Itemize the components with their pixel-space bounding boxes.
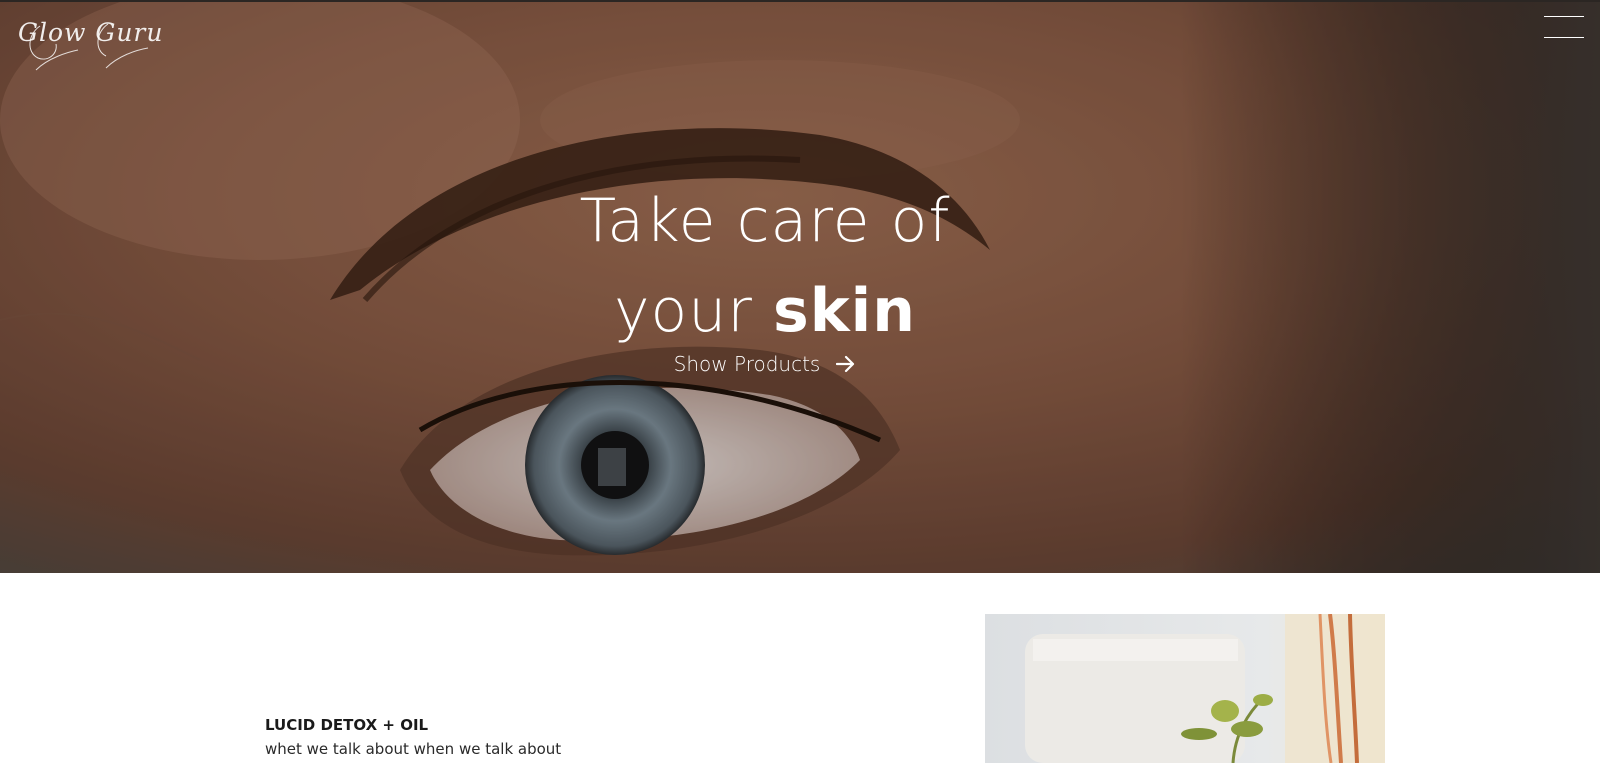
product-photo xyxy=(985,614,1385,763)
show-products-label: Show Products xyxy=(673,352,821,376)
product-image xyxy=(985,614,1385,763)
logo[interactable]: Glow Guru xyxy=(18,14,163,74)
hero-title-bold: skin xyxy=(773,276,916,346)
logo-text: Glow Guru xyxy=(18,18,164,47)
hero-title-prefix: your xyxy=(614,276,774,346)
menu-line-top xyxy=(1544,16,1584,17)
hero-title-line-2: your skin xyxy=(0,266,1530,356)
show-products-link[interactable]: Show Products xyxy=(674,352,857,376)
hero-title-line-1: Take care of xyxy=(579,186,951,256)
page: Glow Guru Take care of your skin Show Pr… xyxy=(0,0,1600,763)
hero-banner: Glow Guru Take care of your skin Show Pr… xyxy=(0,0,1600,573)
arrow-right-icon xyxy=(836,355,855,373)
hamburger-menu-icon[interactable] xyxy=(1544,14,1584,40)
hero-content: Take care of your skin Show Products xyxy=(0,176,1530,376)
product-description: whet we talk about when we talk about xyxy=(265,740,562,758)
product-title: LUCID DETOX + OIL xyxy=(265,716,429,734)
menu-line-bottom xyxy=(1544,37,1584,38)
top-border xyxy=(0,0,1600,2)
